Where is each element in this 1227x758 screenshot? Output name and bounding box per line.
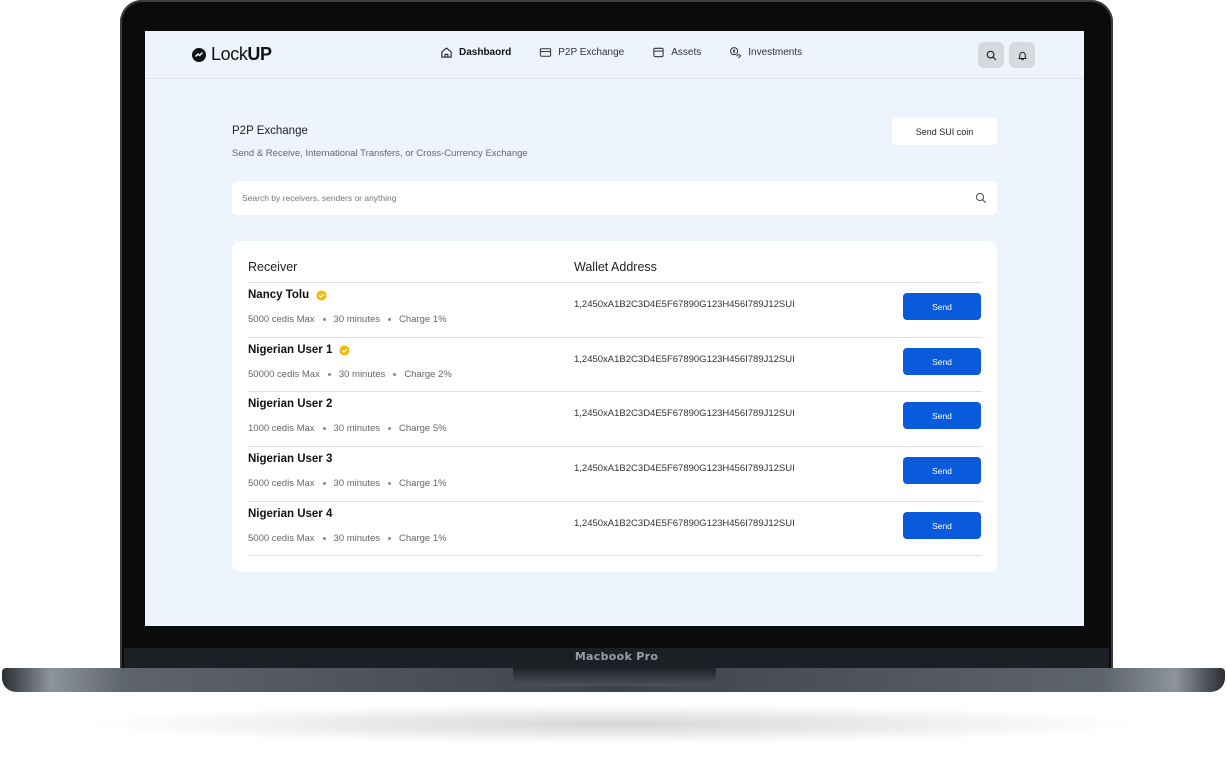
search-icon[interactable] — [975, 192, 987, 204]
home-icon — [441, 47, 452, 58]
laptop-chin: Macbook Pro — [124, 648, 1109, 670]
page-subtitle: Send & Receive, International Transfers,… — [232, 148, 528, 159]
receiver-name: Nigerian User 2 — [248, 398, 333, 410]
table-row: Nigerian User 1 50000 cedis Max 30 minut… — [248, 337, 982, 392]
search-icon — [986, 50, 996, 60]
wallet-address: 1,2450xA1B2C3D4E5F67890G123H456I789J12SU… — [574, 408, 795, 419]
verified-badge-icon — [339, 344, 350, 356]
logo-text: LockUP — [211, 44, 272, 64]
receiver-name: Nigerian User 1 — [248, 344, 350, 356]
nav-label: Investments — [748, 47, 803, 58]
card-icon — [540, 48, 552, 57]
receiver-name: Nancy Tolu — [248, 289, 327, 301]
app-header: LockUP Dashbaord P2P Exchange Assets Inv… — [145, 31, 1084, 79]
wallet-address: 1,2450xA1B2C3D4E5F67890G123H456I789J12SU… — [574, 354, 795, 365]
laptop-notch — [513, 668, 716, 686]
table-row: Nigerian User 4 5000 cedis Max 30 minute… — [248, 501, 982, 556]
logo[interactable]: LockUP — [192, 44, 272, 65]
nav-item-assets[interactable]: Assets — [652, 46, 701, 59]
nav-item-investments[interactable]: Investments — [729, 46, 802, 59]
bell-icon — [1017, 51, 1027, 60]
device-label: Macbook Pro — [574, 650, 659, 663]
nav-label: Dashbaord — [459, 47, 512, 58]
coin-hand-icon — [730, 47, 742, 59]
wallet-icon — [653, 47, 664, 58]
page-title: P2P Exchange — [232, 125, 308, 137]
send-button[interactable]: Send — [903, 402, 981, 429]
receiver-meta: 1000 cedis Max 30 minutes Charge 5% — [248, 423, 447, 434]
logo-icon — [192, 47, 206, 62]
wallet-address: 1,2450xA1B2C3D4E5F67890G123H456I789J12SU… — [574, 518, 795, 529]
table-row: Nigerian User 2 1000 cedis Max 30 minute… — [248, 391, 982, 446]
wallet-address: 1,2450xA1B2C3D4E5F67890G123H456I789J12SU… — [574, 463, 795, 474]
app-screen: LockUP Dashbaord P2P Exchange Assets Inv… — [145, 31, 1084, 626]
send-button[interactable]: Send — [903, 512, 981, 539]
receiver-meta: 5000 cedis Max 30 minutes Charge 1% — [248, 478, 447, 489]
send-button[interactable]: Send — [903, 457, 981, 484]
search-input[interactable] — [242, 181, 962, 215]
send-button[interactable]: Send — [903, 348, 981, 375]
main-nav: Dashbaord P2P Exchange Assets Investment… — [440, 46, 830, 59]
receiver-meta: 5000 cedis Max 30 minutes Charge 1% — [248, 533, 447, 544]
search-bar — [232, 181, 997, 215]
verified-badge-icon — [316, 289, 327, 301]
table-row: Nancy Tolu 5000 cedis Max 30 minutes Cha… — [248, 282, 982, 337]
nav-item-dashboard[interactable]: Dashbaord — [440, 46, 511, 59]
table-row: Nigerian User 3 5000 cedis Max 30 minute… — [248, 446, 982, 501]
header-search-button[interactable] — [978, 42, 1004, 68]
nav-item-p2p-exchange[interactable]: P2P Exchange — [539, 46, 624, 59]
laptop-shadow — [80, 704, 1147, 744]
receivers-table: Receiver Wallet Address Nancy Tolu 5000 … — [232, 241, 997, 572]
nav-label: P2P Exchange — [558, 47, 625, 58]
nav-label: Assets — [671, 47, 702, 58]
column-header-wallet: Wallet Address — [574, 260, 657, 274]
send-sui-coin-button[interactable]: Send SUI coin — [892, 118, 997, 145]
column-header-receiver: Receiver — [248, 260, 298, 274]
send-button[interactable]: Send — [903, 293, 981, 320]
receiver-name: Nigerian User 3 — [248, 453, 333, 465]
receiver-meta: 50000 cedis Max 30 minutes Charge 2% — [248, 369, 452, 380]
notifications-button[interactable] — [1009, 42, 1035, 68]
receiver-meta: 5000 cedis Max 30 minutes Charge 1% — [248, 314, 447, 325]
receiver-name: Nigerian User 4 — [248, 508, 333, 520]
wallet-address: 1,2450xA1B2C3D4E5F67890G123H456I789J12SU… — [574, 299, 795, 310]
